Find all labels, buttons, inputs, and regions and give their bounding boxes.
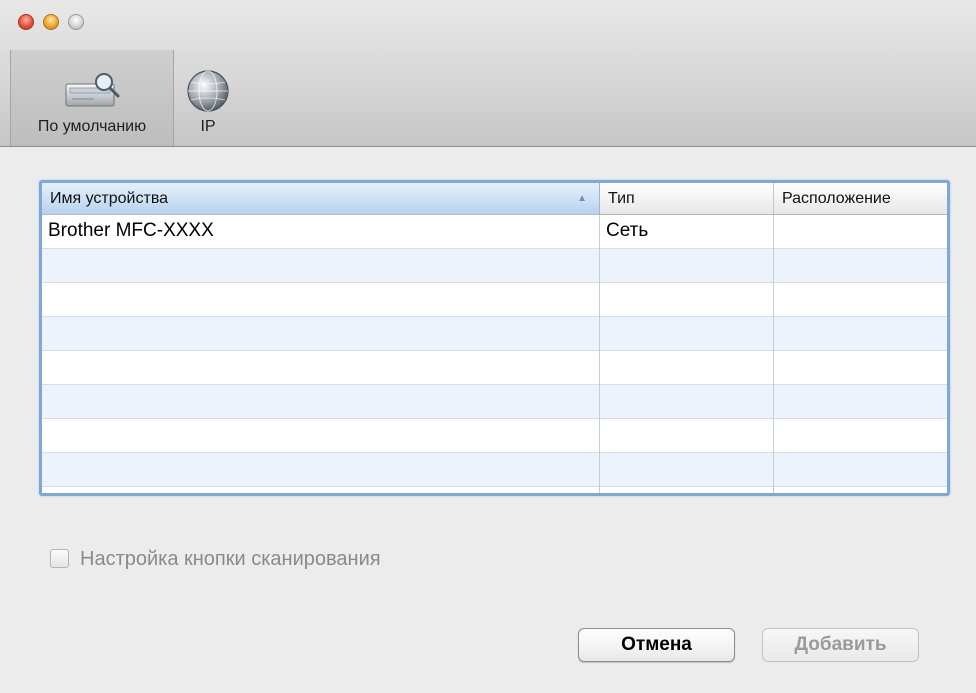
add-button[interactable]: Добавить [762, 628, 919, 662]
toolbar-tab-default-label: По умолчанию [37, 118, 147, 135]
cancel-button[interactable]: Отмена [578, 628, 735, 662]
column-header-device-name[interactable]: Имя устройства ▲ [42, 183, 600, 214]
column-header-location[interactable]: Расположение [774, 183, 947, 214]
title-toolbar-area: По умолчанию IP [0, 0, 976, 147]
column-header-type-label: Тип [608, 190, 635, 207]
empty-table-row [42, 249, 947, 283]
table-body: Brother MFC-XXXX Сеть [42, 215, 947, 493]
zoom-window-button[interactable] [68, 14, 84, 30]
globe-icon [185, 68, 231, 119]
toolbar-tab-ip[interactable]: IP [178, 50, 238, 146]
toolbar-tab-ip-label: IP [200, 118, 216, 135]
sort-ascending-icon: ▲ [577, 193, 587, 204]
empty-table-row [42, 419, 947, 453]
column-header-device-name-label: Имя устройства [50, 190, 169, 207]
empty-table-row [42, 317, 947, 351]
add-device-dialog: По умолчанию IP Имя устройства ▲ Тип Рас… [0, 0, 976, 693]
empty-table-row [42, 283, 947, 317]
empty-table-row [42, 487, 947, 493]
device-table[interactable]: Имя устройства ▲ Тип Расположение Brothe… [39, 180, 950, 496]
device-type-cell: Сеть [600, 215, 774, 249]
close-window-button[interactable] [18, 14, 34, 30]
minimize-window-button[interactable] [43, 14, 59, 30]
table-header: Имя устройства ▲ Тип Расположение [42, 183, 947, 215]
scan-button-settings-label: Настройка кнопки сканирования [80, 548, 381, 570]
default-scanner-icon [60, 68, 124, 117]
table-row[interactable]: Brother MFC-XXXX Сеть [42, 215, 947, 249]
device-location-cell [774, 215, 947, 249]
scan-button-settings-checkbox[interactable] [50, 549, 69, 568]
empty-table-row [42, 385, 947, 419]
column-header-type[interactable]: Тип [600, 183, 774, 214]
device-name-cell: Brother MFC-XXXX [42, 215, 600, 249]
empty-table-row [42, 453, 947, 487]
toolbar-tab-default[interactable]: По умолчанию [10, 50, 174, 146]
empty-table-row [42, 351, 947, 385]
column-header-location-label: Расположение [782, 190, 891, 207]
